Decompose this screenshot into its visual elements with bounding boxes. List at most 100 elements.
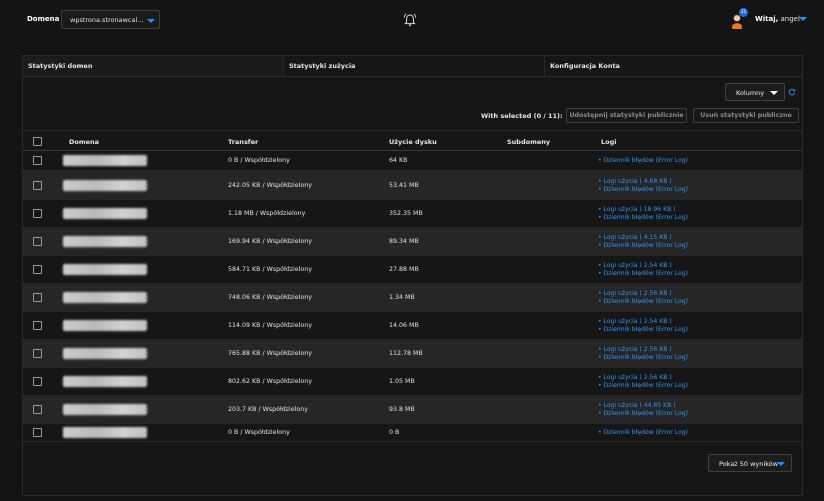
disk-usage-cell: 0 B <box>389 429 400 436</box>
domain-label: Domena <box>27 15 60 23</box>
error-log-link[interactable]: • Dziennik błędów (Error Log) <box>598 157 688 165</box>
transfer-cell: 802.62 KB / Współdzielony <box>228 378 312 385</box>
domain-name-redacted[interactable] <box>63 292 147 303</box>
with-selected-label: With selected (0 / 11): <box>481 112 563 120</box>
usage-log-link[interactable]: • Logi użycia ( 44.85 KB ) <box>598 402 676 410</box>
domain-name-redacted[interactable] <box>63 155 147 166</box>
domain-name-redacted[interactable] <box>63 236 147 247</box>
error-log-link[interactable]: • Dziennik błędów (Error Log) <box>598 354 688 362</box>
disk-usage-cell: 1.05 MB <box>389 378 415 385</box>
row-checkbox[interactable] <box>33 405 42 414</box>
chevron-down-icon <box>147 19 155 23</box>
row-checkbox[interactable] <box>33 156 42 165</box>
domain-select-value: wpstrona.stronawcal... <box>70 16 144 24</box>
columns-button-label: Kolumny <box>736 89 765 97</box>
domain-name-redacted[interactable] <box>63 179 147 191</box>
usage-log-link[interactable]: • Logi użycia ( 4.68 KB ) <box>598 178 672 186</box>
row-checkbox[interactable] <box>33 377 42 386</box>
notification-badge: 31 <box>739 8 748 17</box>
domain-name-redacted[interactable] <box>63 376 147 387</box>
table-row: 1.18 MB / Współdzielony 352.35 MB • Logi u… <box>23 200 802 228</box>
usage-log-link[interactable]: • Logi użycia ( 2.54 KB ) <box>598 262 672 270</box>
table-row: 169.94 KB / Współdzielony 89.34 MB • Logi … <box>23 228 802 256</box>
row-checkbox[interactable] <box>33 349 42 358</box>
error-log-link[interactable]: • Dziennik błędów (Error Log) <box>598 382 688 390</box>
domain-name-redacted[interactable] <box>63 427 147 438</box>
usage-log-link[interactable]: • Logi użycia ( 4.15 KB ) <box>598 234 672 242</box>
disk-usage-cell: 14.06 MB <box>389 322 419 329</box>
error-log-link[interactable]: • Dziennik błędów (Error Log) <box>598 270 688 278</box>
welcome-text[interactable]: Witaj, angel <box>755 15 800 23</box>
row-checkbox[interactable] <box>33 428 42 437</box>
transfer-cell: 765.88 KB / Współdzielony <box>228 350 312 357</box>
transfer-cell: 1.18 MB / Współdzielony <box>228 210 306 217</box>
row-checkbox[interactable] <box>33 237 42 246</box>
domain-name-redacted[interactable] <box>63 208 147 219</box>
error-log-link[interactable]: • Dziennik błędów (Error Log) <box>598 298 688 306</box>
page-size-select[interactable]: Pokaż 50 wyników <box>708 454 792 472</box>
col-header-transfer[interactable]: Transfer <box>228 138 258 146</box>
transfer-cell: 748.06 KB / Współdzielony <box>228 294 312 301</box>
table-row: 584.71 KB / Współdzielony 27.88 MB • Logi … <box>23 256 802 284</box>
table-row: 0 B / Współdzielony 0 B • Dziennik błędów … <box>23 424 802 442</box>
tab-usage-stats[interactable]: Statystyki zużycia <box>283 56 544 76</box>
row-checkbox[interactable] <box>33 321 42 330</box>
top-bar: Domena wpstrona.stronawcal... 31 Witaj, … <box>0 0 824 40</box>
transfer-cell: 0 B / Współdzielony <box>228 157 290 164</box>
disk-usage-cell: 112.78 MB <box>389 350 423 357</box>
disk-usage-cell: 89.34 MB <box>389 238 419 245</box>
error-log-link[interactable]: • Dziennik błędów (Error Log) <box>598 410 688 418</box>
user-menu-chevron-icon[interactable] <box>799 17 807 21</box>
user-name: angel <box>780 15 800 23</box>
usage-log-link[interactable]: • Logi użycia ( 2.56 KB ) <box>598 290 672 298</box>
disk-usage-cell: 53.41 MB <box>389 181 419 189</box>
row-checkbox[interactable] <box>33 180 42 190</box>
domain-select[interactable]: wpstrona.stronawcal... <box>61 10 160 29</box>
chevron-down-icon <box>777 462 785 466</box>
welcome-label: Witaj, <box>755 15 779 23</box>
col-header-subdomains[interactable]: Subdomeny <box>507 138 550 146</box>
table-row: 242.05 KB / Współdzielony 53.41 MB • Logi … <box>23 171 802 200</box>
chevron-down-icon <box>770 91 778 95</box>
usage-log-link[interactable]: • Logi użycia ( 18.96 KB ) <box>598 206 676 214</box>
transfer-cell: 0 B / Współdzielony <box>228 429 290 436</box>
columns-button[interactable]: Kolumny <box>725 83 785 101</box>
disk-usage-cell: 64 KB <box>389 157 408 164</box>
usage-log-link[interactable]: • Logi użycia ( 2.56 KB ) <box>598 346 672 354</box>
table-row: 802.62 KB / Współdzielony 1.05 MB • Logi u… <box>23 368 802 396</box>
domain-name-redacted[interactable] <box>63 264 147 275</box>
row-checkbox[interactable] <box>33 265 42 274</box>
refresh-icon[interactable] <box>788 88 796 96</box>
error-log-link[interactable]: • Dziennik błędów (Error Log) <box>598 242 688 250</box>
usage-log-link[interactable]: • Logi użycia ( 2.56 KB ) <box>598 374 672 382</box>
error-log-link[interactable]: • Dziennik błędów (Error Log) <box>598 429 688 437</box>
domain-name-redacted[interactable] <box>63 404 147 415</box>
transfer-cell: 114.09 KB / Współdzielony <box>228 322 312 329</box>
error-log-link[interactable]: • Dziennik błędów (Error Log) <box>598 186 688 194</box>
error-log-link[interactable]: • Dziennik błędów (Error Log) <box>598 214 688 222</box>
stats-panel: Statystyki domen Statystyki zużycia Konf… <box>22 55 803 496</box>
transfer-cell: 242.05 KB / Współdzielony <box>228 181 312 189</box>
bell-logo-icon[interactable] <box>402 12 418 28</box>
disk-usage-cell: 352.35 MB <box>389 210 423 217</box>
usage-log-link[interactable]: • Logi użycia ( 2.54 KB ) <box>598 318 672 326</box>
table-row: 0 B / Współdzielony 64 KB • Dziennik błędó… <box>23 151 802 171</box>
tab-domain-stats[interactable]: Statystyki domen <box>23 56 283 76</box>
domain-name-redacted[interactable] <box>63 320 147 331</box>
row-checkbox[interactable] <box>33 293 42 302</box>
table-row: 748.06 KB / Współdzielony 1.34 MB • Logi u… <box>23 284 802 312</box>
domain-name-redacted[interactable] <box>63 348 147 359</box>
select-all-checkbox[interactable] <box>33 137 42 146</box>
col-header-domain[interactable]: Domena <box>69 138 99 146</box>
disk-usage-cell: 1.34 MB <box>389 294 415 301</box>
tab-bar: Statystyki domen Statystyki zużycia Konf… <box>23 56 802 77</box>
col-header-disk-usage[interactable]: Użycie dysku <box>389 138 437 146</box>
share-public-stats-button[interactable]: Udostępnij statystyki publicznie <box>566 108 687 123</box>
col-header-logs[interactable]: Logi <box>601 138 617 146</box>
table-row: 765.88 KB / Współdzielony 112.78 MB • Logi… <box>23 340 802 368</box>
error-log-link[interactable]: • Dziennik błędów (Error Log) <box>598 326 688 334</box>
row-checkbox[interactable] <box>33 209 42 218</box>
transfer-cell: 169.94 KB / Współdzielony <box>228 238 312 245</box>
remove-public-stats-button[interactable]: Usuń statystyki publiczne <box>693 108 799 123</box>
tab-account-config[interactable]: Konfiguracja Konta <box>544 56 802 76</box>
